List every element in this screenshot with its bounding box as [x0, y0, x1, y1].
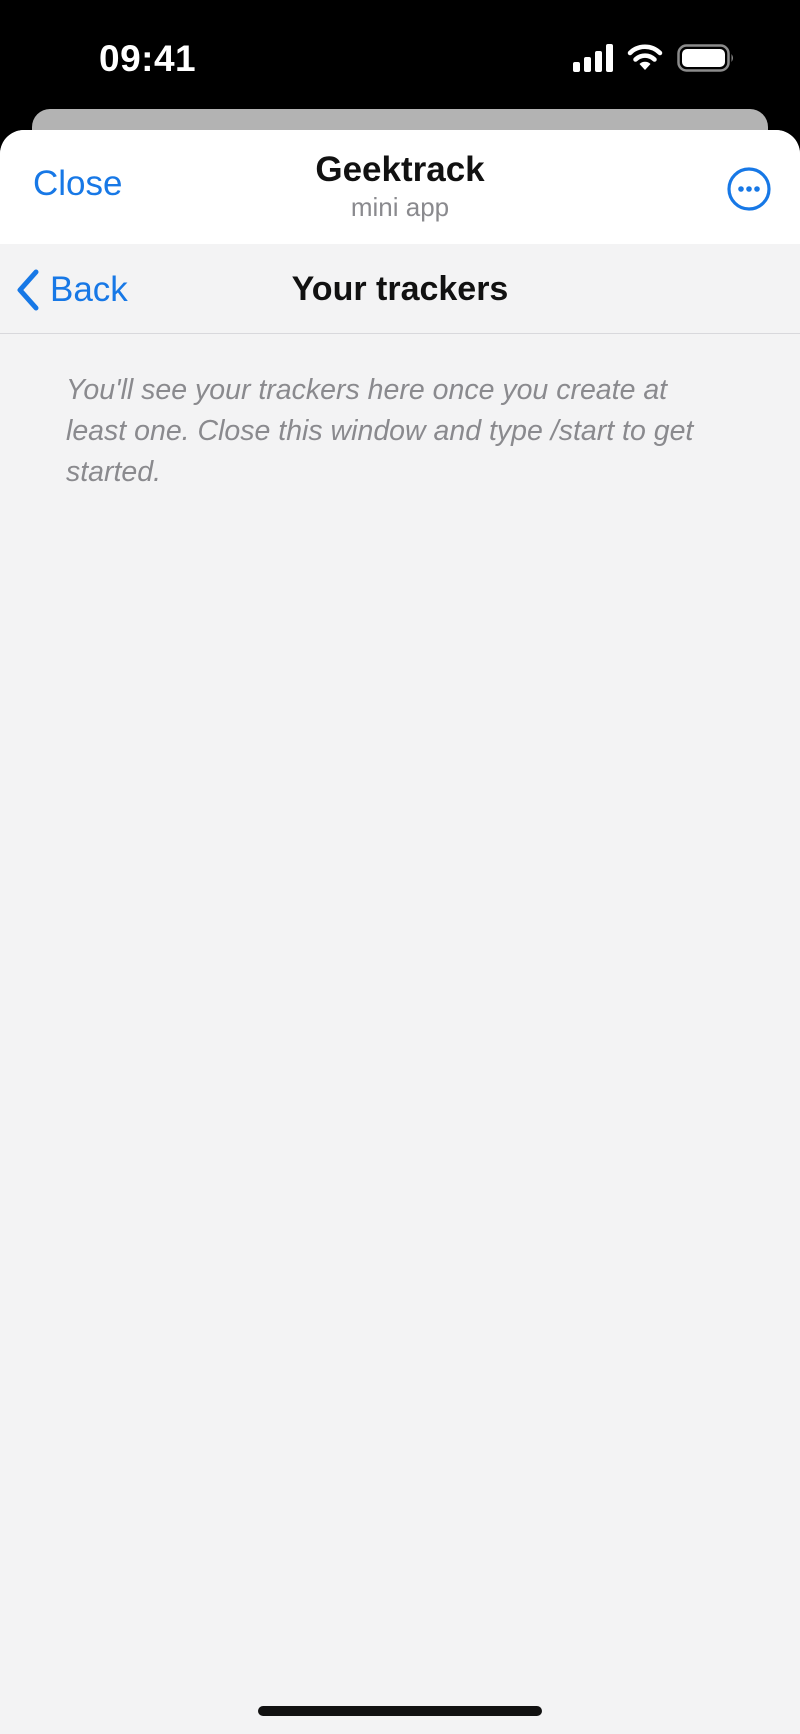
phone-screen: 09:41 Close Geektrack mini app Back Your…	[0, 0, 800, 1734]
home-indicator	[258, 1706, 542, 1716]
app-title: Geektrack	[315, 150, 485, 189]
back-button[interactable]: Back	[14, 266, 128, 314]
navigation-bar: Back Your trackers	[0, 244, 800, 334]
app-subtitle: mini app	[350, 192, 450, 222]
page-title: Your trackers	[291, 270, 509, 308]
wifi-icon	[627, 44, 663, 70]
ellipsis-circle-icon	[727, 167, 771, 211]
mini-app-sheet: Close Geektrack mini app Back Your track…	[0, 130, 800, 1734]
mini-app-header: Close Geektrack mini app	[0, 130, 800, 244]
close-button[interactable]: Close	[33, 164, 122, 204]
status-bar: 09:41	[0, 0, 800, 110]
back-label: Back	[50, 270, 128, 309]
header-titles: Geektrack mini app	[200, 150, 600, 223]
empty-state-message: You'll see your trackers here once you c…	[66, 374, 694, 488]
battery-icon	[677, 44, 733, 72]
more-options-button[interactable]	[724, 164, 774, 214]
status-time: 09:41	[99, 38, 197, 79]
signal-icon	[573, 44, 613, 72]
chevron-left-icon	[17, 269, 39, 311]
